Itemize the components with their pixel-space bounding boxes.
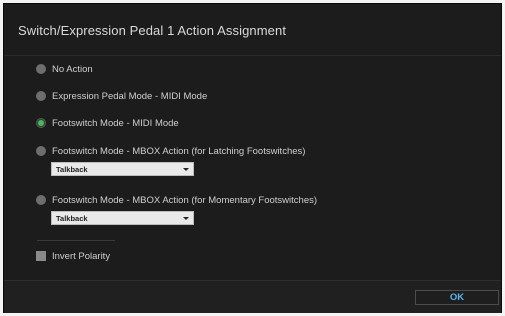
latching-action-select[interactable]: Talkback <box>51 162 194 176</box>
chevron-down-icon <box>183 217 189 220</box>
title-bar: Switch/Expression Pedal 1 Action Assignm… <box>4 4 501 56</box>
momentary-action-select[interactable]: Talkback <box>51 211 194 225</box>
divider <box>37 240 115 241</box>
option-label: Footswitch Mode - MBOX Action (for Momen… <box>52 194 318 206</box>
select-value: Talkback <box>56 214 88 223</box>
dialog-footer: OK <box>4 280 501 313</box>
radio-expression-pedal-midi[interactable] <box>36 91 46 101</box>
radio-selected-dot <box>38 120 44 126</box>
invert-polarity-label: Invert Polarity <box>52 250 111 262</box>
select-value: Talkback <box>56 165 88 174</box>
option-footswitch-mbox-latching[interactable]: Footswitch Mode - MBOX Action (for Latch… <box>36 144 305 158</box>
action-assignment-dialog: Switch/Expression Pedal 1 Action Assignm… <box>3 3 502 313</box>
option-label: Footswitch Mode - MIDI Mode <box>52 117 179 129</box>
radio-footswitch-midi[interactable] <box>36 118 46 128</box>
option-label: Expression Pedal Mode - MIDI Mode <box>52 90 208 102</box>
option-no-action[interactable]: No Action <box>36 62 93 76</box>
ok-button[interactable]: OK <box>415 290 499 305</box>
option-label: No Action <box>52 63 93 75</box>
radio-no-action[interactable] <box>36 64 46 74</box>
option-footswitch-midi[interactable]: Footswitch Mode - MIDI Mode <box>36 116 179 130</box>
radio-footswitch-mbox-momentary[interactable] <box>36 195 46 205</box>
option-expression-pedal-midi[interactable]: Expression Pedal Mode - MIDI Mode <box>36 89 207 103</box>
option-label: Footswitch Mode - MBOX Action (for Latch… <box>52 145 306 157</box>
option-footswitch-mbox-momentary[interactable]: Footswitch Mode - MBOX Action (for Momen… <box>36 193 317 207</box>
dialog-title: Switch/Expression Pedal 1 Action Assignm… <box>18 23 287 38</box>
chevron-down-icon <box>183 168 189 171</box>
radio-footswitch-mbox-latching[interactable] <box>36 146 46 156</box>
invert-polarity-checkbox[interactable] <box>36 251 46 261</box>
invert-polarity-row[interactable]: Invert Polarity <box>36 250 110 262</box>
